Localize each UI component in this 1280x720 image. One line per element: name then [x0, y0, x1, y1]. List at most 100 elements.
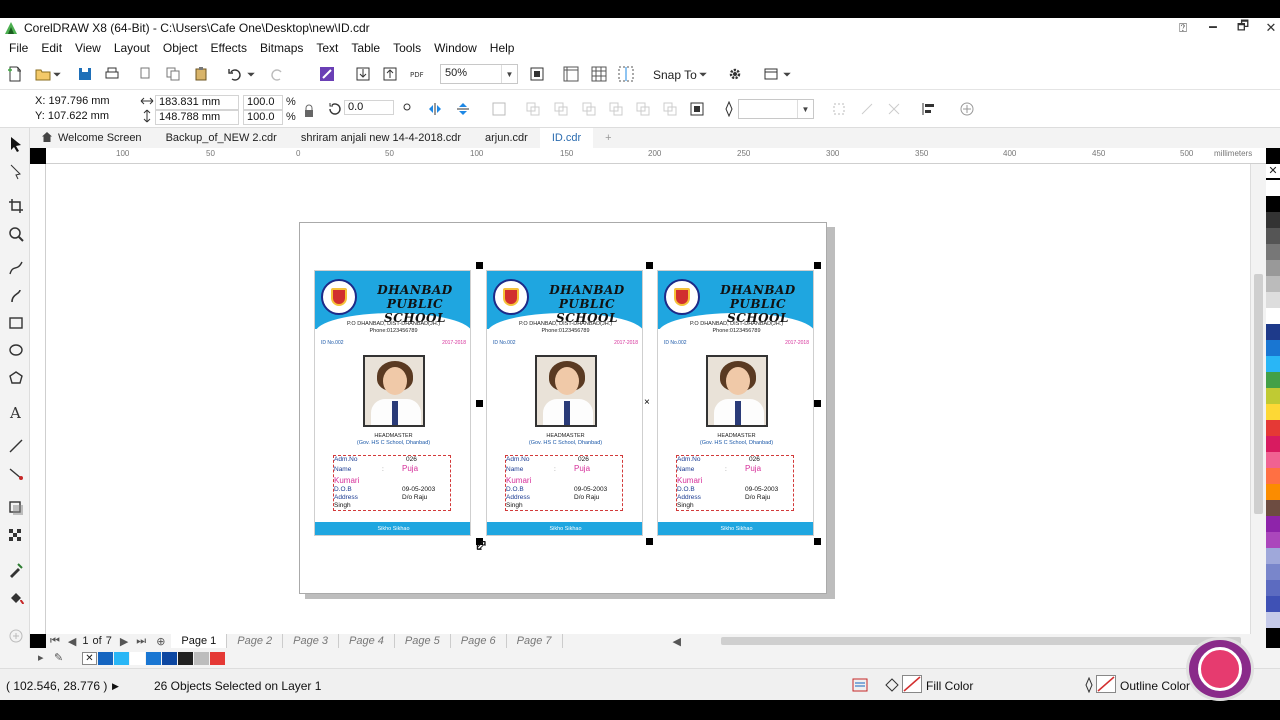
eyedropper-icon[interactable]: ✎ [54, 651, 63, 664]
palette-swatch[interactable] [1266, 196, 1280, 212]
tab-backup-of-new-2[interactable]: Backup_of_NEW 2.cdr [154, 128, 289, 148]
palette-swatch[interactable] [1266, 340, 1280, 356]
mirror-horizontal-icon[interactable] [426, 100, 444, 118]
page-tab-4[interactable]: Page 4 [339, 634, 395, 648]
menu-window[interactable]: Window [429, 41, 485, 55]
pick-tool-icon[interactable] [6, 134, 26, 154]
open-folder-icon[interactable] [34, 65, 52, 83]
previous-page-icon[interactable]: ◀ [64, 635, 80, 648]
tab-arjun[interactable]: arjun.cdr [473, 128, 540, 148]
palette-menu-icon[interactable]: ▸ [38, 651, 44, 664]
selection-handle[interactable] [646, 262, 653, 269]
palette-swatch[interactable] [1266, 580, 1280, 596]
scale-height-field[interactable]: 100.0 [243, 110, 283, 125]
simplify-icon[interactable] [607, 100, 625, 118]
fill-color-none-icon[interactable] [902, 675, 922, 693]
menu-text[interactable]: Text [311, 41, 346, 55]
palette-swatch[interactable] [1266, 484, 1280, 500]
document-swatch[interactable] [178, 652, 193, 665]
mirror-vertical-icon[interactable] [454, 100, 472, 118]
export-icon[interactable] [381, 65, 399, 83]
publish-pdf-icon[interactable]: PDF [408, 65, 426, 83]
scrollbar-thumb[interactable] [1254, 274, 1263, 514]
create-boundary-icon[interactable] [688, 100, 706, 118]
id-card[interactable]: DHANBAD PUBLIC SCHOOL P.O DHANBAD, DIST-… [657, 270, 814, 536]
drawing-canvas[interactable]: DHANBAD PUBLIC SCHOOL P.O DHANBAD, DIST-… [46, 164, 1250, 634]
page-tab-1[interactable]: Page 1 [171, 634, 228, 648]
menu-help[interactable]: Help [485, 41, 523, 55]
palette-swatch[interactable] [1266, 372, 1280, 388]
drop-shadow-tool-icon[interactable] [6, 498, 26, 518]
palette-swatch[interactable] [1266, 212, 1280, 228]
polygon-tool-icon[interactable] [6, 368, 26, 388]
page-tab-5[interactable]: Page 5 [395, 634, 451, 648]
palette-swatch[interactable] [1266, 356, 1280, 372]
search-content-icon[interactable] [318, 65, 336, 83]
shape-tool-icon[interactable] [6, 162, 26, 182]
cut-icon[interactable] [137, 65, 155, 83]
palette-swatch[interactable] [1266, 468, 1280, 484]
quick-customize-icon[interactable] [958, 100, 976, 118]
palette-swatch[interactable] [1266, 436, 1280, 452]
palette-swatch[interactable] [1266, 292, 1280, 308]
palette-swatch[interactable] [1266, 596, 1280, 612]
selection-handle[interactable] [814, 538, 821, 545]
palette-swatch[interactable] [1266, 516, 1280, 532]
paste-icon[interactable] [192, 65, 210, 83]
tab-id-cdr[interactable]: ID.cdr [539, 128, 594, 148]
tab-shriram-anjali[interactable]: shriram anjali new 14-4-2018.cdr [289, 128, 473, 148]
menu-layout[interactable]: Layout [109, 41, 158, 55]
launcher-dropdown-icon[interactable] [782, 65, 792, 83]
selection-handle[interactable] [476, 262, 483, 269]
help-window-icon[interactable]: ⍰ [1168, 18, 1198, 38]
ellipse-tool-icon[interactable] [6, 340, 26, 360]
undo-dropdown-icon[interactable] [246, 65, 256, 83]
scale-width-field[interactable]: 100.0 [243, 95, 283, 110]
no-color-swatch[interactable]: ✕ [1266, 164, 1280, 178]
quick-trace-icon[interactable] [858, 100, 876, 118]
selection-handle[interactable] [814, 400, 821, 407]
close-button[interactable]: ✕ [1256, 18, 1280, 38]
rotation-angle-field[interactable]: 0.0 [344, 100, 394, 115]
transparency-tool-icon[interactable] [6, 526, 26, 546]
redo-icon[interactable] [268, 65, 286, 83]
palette-swatch[interactable] [1266, 532, 1280, 548]
document-swatch[interactable] [210, 652, 225, 665]
align-distribute-icon[interactable] [920, 100, 938, 118]
next-page-icon[interactable]: ▶ [116, 635, 132, 648]
eyedropper-tool-icon[interactable] [6, 560, 26, 580]
text-tool-icon[interactable]: A [6, 402, 26, 422]
menu-tools[interactable]: Tools [388, 41, 429, 55]
y-position-field[interactable]: Y: 107.622 mm [32, 110, 128, 125]
weld-icon[interactable] [524, 100, 542, 118]
palette-swatch[interactable] [1266, 420, 1280, 436]
show-rulers-icon[interactable] [562, 65, 580, 83]
interactive-fill-tool-icon[interactable] [6, 588, 26, 608]
options-gear-icon[interactable] [726, 65, 744, 83]
page-tab-7[interactable]: Page 7 [507, 634, 563, 648]
convert-to-curves-icon[interactable] [885, 100, 903, 118]
palette-swatch[interactable] [1266, 564, 1280, 580]
first-page-icon[interactable]: ⏮ [46, 635, 64, 648]
menu-table[interactable]: Table [346, 41, 388, 55]
trim-icon[interactable] [552, 100, 570, 118]
palette-swatch[interactable] [1266, 388, 1280, 404]
horizontal-scrollbar-thumb[interactable] [721, 637, 1241, 645]
crop-tool-icon[interactable] [6, 196, 26, 216]
group-icon[interactable] [490, 100, 508, 118]
selection-center-icon[interactable]: × [644, 397, 650, 408]
menu-effects[interactable]: Effects [206, 41, 255, 55]
rectangle-tool-icon[interactable] [6, 313, 26, 333]
document-swatch[interactable] [146, 652, 161, 665]
full-screen-preview-icon[interactable] [528, 65, 546, 83]
zoom-tool-icon[interactable] [6, 224, 26, 244]
document-swatch[interactable] [98, 652, 113, 665]
palette-swatch[interactable] [1266, 308, 1280, 324]
palette-swatch[interactable] [1266, 260, 1280, 276]
object-width-field[interactable]: 183.831 mm [155, 95, 239, 110]
snap-to-dropdown-icon[interactable] [698, 65, 708, 83]
new-document-icon[interactable] [6, 65, 24, 83]
palette-swatch[interactable] [1266, 180, 1280, 196]
add-document-tab-icon[interactable]: + [593, 128, 623, 148]
import-icon[interactable] [354, 65, 372, 83]
